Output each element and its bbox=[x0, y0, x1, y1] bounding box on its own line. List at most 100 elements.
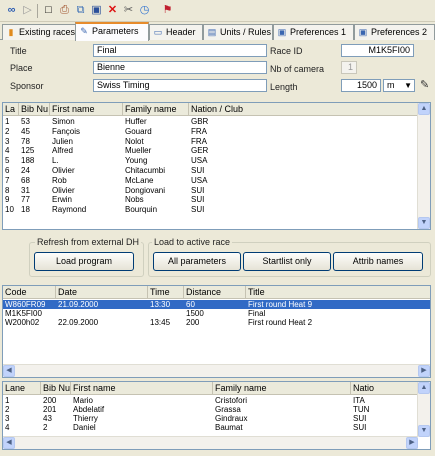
table-cell: 125 bbox=[21, 146, 35, 156]
table-cell: 2 bbox=[5, 405, 10, 414]
pencil-icon[interactable]: ✎ bbox=[420, 78, 429, 91]
column-header[interactable]: Nation / Club bbox=[189, 103, 418, 116]
table-row[interactable]: 1 200 Mario Cristofori ITA bbox=[3, 396, 430, 405]
length-field[interactable]: 1500 bbox=[341, 79, 381, 92]
scroll-down-icon[interactable]: ▼ bbox=[418, 217, 430, 229]
delete-icon[interactable]: ✕ bbox=[105, 3, 120, 18]
table-cell: GBR bbox=[191, 117, 209, 126]
scroll-down-icon[interactable]: ▼ bbox=[418, 425, 430, 437]
table-row[interactable]: 2 201 Abdelatif Grassa TUN bbox=[3, 405, 430, 414]
races-hscrollbar[interactable]: ◀ ▶ bbox=[3, 364, 430, 377]
column-header[interactable]: Family name bbox=[213, 382, 351, 395]
load-program-button[interactable]: Load program bbox=[34, 252, 134, 271]
table-row[interactable]: 4 125 Alfred Mueller GER bbox=[3, 146, 430, 155]
sponsor-field[interactable]: Swiss Timing bbox=[93, 79, 267, 92]
table-row[interactable]: W860FR09 21.09.2000 13:30 60 First round Hea… bbox=[3, 300, 430, 309]
infinity-icon[interactable]: ∞ bbox=[4, 3, 19, 18]
wrench-icon: ✎ bbox=[80, 26, 88, 36]
chevron-down-icon: ▼ bbox=[404, 81, 412, 90]
tab-parameters[interactable]: ✎ Parameters bbox=[75, 22, 149, 41]
table-cell: 5 bbox=[5, 156, 10, 166]
startlist-grid[interactable]: La Bib Nu First name Family name Nation … bbox=[2, 102, 431, 230]
length-unit-select[interactable]: m ▼ bbox=[383, 79, 415, 92]
print-icon[interactable]: ⎙ bbox=[57, 3, 72, 18]
table-cell: Julien bbox=[52, 136, 73, 146]
table-cell: Baumat bbox=[215, 423, 243, 432]
copy-icon[interactable]: ⧉ bbox=[73, 3, 88, 18]
column-header[interactable]: Bib Nu bbox=[41, 382, 71, 395]
lanes-hscrollbar[interactable]: ◀ ▶ bbox=[3, 436, 418, 449]
column-header[interactable]: First name bbox=[50, 103, 123, 116]
table-cell: 3 bbox=[5, 414, 10, 423]
tab-preferences-2[interactable]: ▣ Preferences 2 bbox=[354, 24, 435, 40]
table-row[interactable]: 3 43 Thierry Gindraux SUI bbox=[3, 414, 430, 423]
lanes-scrollbar[interactable]: ▲ ▼ bbox=[417, 382, 430, 437]
flag-icon[interactable]: ⚑ bbox=[160, 3, 175, 18]
play-icon[interactable]: ▷ bbox=[20, 3, 35, 18]
scroll-left-icon[interactable]: ◀ bbox=[3, 437, 15, 449]
tools-icon[interactable]: ✂ bbox=[121, 3, 136, 18]
table-row[interactable]: 8 31 Olivier Dongiovani SUI bbox=[3, 186, 430, 195]
scroll-left-icon[interactable]: ◀ bbox=[3, 365, 15, 377]
scroll-up-icon[interactable]: ▲ bbox=[418, 103, 430, 115]
column-header[interactable]: La bbox=[3, 103, 19, 116]
table-cell bbox=[148, 309, 184, 318]
table-cell: 4 bbox=[5, 423, 10, 432]
table-cell: Olivier bbox=[52, 185, 75, 195]
scroll-up-icon[interactable]: ▲ bbox=[418, 382, 430, 394]
tab-preferences-1[interactable]: ▣ Preferences 1 bbox=[273, 24, 354, 40]
column-header[interactable]: Natio bbox=[351, 382, 418, 395]
load-group: Load to active race All parameters Start… bbox=[148, 237, 431, 277]
table-row[interactable]: 2 45 Fançois Gouard FRA bbox=[3, 127, 430, 136]
table-cell: 24 bbox=[21, 166, 30, 175]
table-cell bbox=[56, 309, 148, 318]
column-header[interactable]: Distance bbox=[184, 286, 246, 299]
nb-camera-field: 1 bbox=[341, 61, 357, 74]
startlist-only-button[interactable]: Startlist only bbox=[243, 252, 331, 271]
column-header[interactable]: Title bbox=[246, 286, 430, 299]
tab-header[interactable]: ▭ Header bbox=[149, 24, 203, 40]
table-cell: Nolot bbox=[125, 136, 144, 146]
table-cell: 4 bbox=[5, 146, 10, 156]
column-header[interactable]: Family name bbox=[123, 103, 189, 116]
lanes-grid[interactable]: Lane Bib Nu First name Family name Natio… bbox=[2, 381, 431, 450]
table-row[interactable]: W200h02 22.09.2000 13:45 200 First round Hea… bbox=[3, 318, 430, 327]
place-field[interactable]: Bienne bbox=[93, 61, 267, 74]
stopwatch-icon[interactable]: ◷ bbox=[137, 3, 152, 18]
units-icon: ▤ bbox=[207, 27, 217, 37]
tab-units-rules[interactable]: ▤ Units / Rules bbox=[203, 24, 273, 40]
new-document-icon[interactable]: □ bbox=[41, 3, 56, 18]
table-row[interactable]: M1K5FI00 1500 Final bbox=[3, 309, 430, 318]
table-row[interactable]: 5 188 L. Young USA bbox=[3, 156, 430, 165]
table-row[interactable]: 9 77 Erwin Nobs SUI bbox=[3, 195, 430, 204]
column-header[interactable]: First name bbox=[71, 382, 213, 395]
attrib-names-button[interactable]: Attrib names bbox=[333, 252, 423, 271]
table-row[interactable]: 4 2 Daniel Baumat SUI bbox=[3, 423, 430, 432]
races-grid[interactable]: Code Date Time Distance Title W860FR09 21… bbox=[2, 285, 431, 378]
table-cell: 6 bbox=[5, 166, 10, 175]
table-cell: Raymond bbox=[52, 205, 87, 215]
column-header[interactable]: Code bbox=[3, 286, 56, 299]
all-parameters-button[interactable]: All parameters bbox=[153, 252, 241, 271]
column-header[interactable]: Bib Nu bbox=[19, 103, 50, 116]
startlist-scrollbar[interactable]: ▲ ▼ bbox=[417, 103, 430, 229]
scroll-right-icon[interactable]: ▶ bbox=[406, 437, 418, 449]
table-row[interactable]: 7 68 Rob McLane USA bbox=[3, 176, 430, 185]
table-cell: Cristofori bbox=[215, 396, 248, 405]
column-header[interactable]: Time bbox=[148, 286, 184, 299]
tab-existing-races[interactable]: ▮ Existing races bbox=[2, 24, 76, 40]
table-cell: 45 bbox=[21, 126, 30, 136]
column-header[interactable]: Date bbox=[56, 286, 148, 299]
race-id-label: Race ID bbox=[270, 46, 303, 56]
title-field[interactable]: Final bbox=[93, 44, 267, 57]
save-icon[interactable]: ▣ bbox=[89, 3, 104, 18]
scroll-right-icon[interactable]: ▶ bbox=[418, 365, 430, 377]
column-header[interactable]: Lane bbox=[3, 382, 41, 395]
table-row[interactable]: 6 24 Olivier Chitacumbi SUI bbox=[3, 166, 430, 175]
table-row[interactable]: 3 78 Julien Nolot FRA bbox=[3, 137, 430, 146]
table-cell: 1 bbox=[5, 117, 10, 126]
table-row[interactable]: 10 18 Raymond Bourquin SUI bbox=[3, 205, 430, 214]
race-id-field[interactable]: M1K5FI00 bbox=[341, 44, 414, 57]
table-row[interactable]: 1 53 Simon Huffer GBR bbox=[3, 117, 430, 126]
nb-camera-label: Nb of camera bbox=[270, 64, 325, 74]
